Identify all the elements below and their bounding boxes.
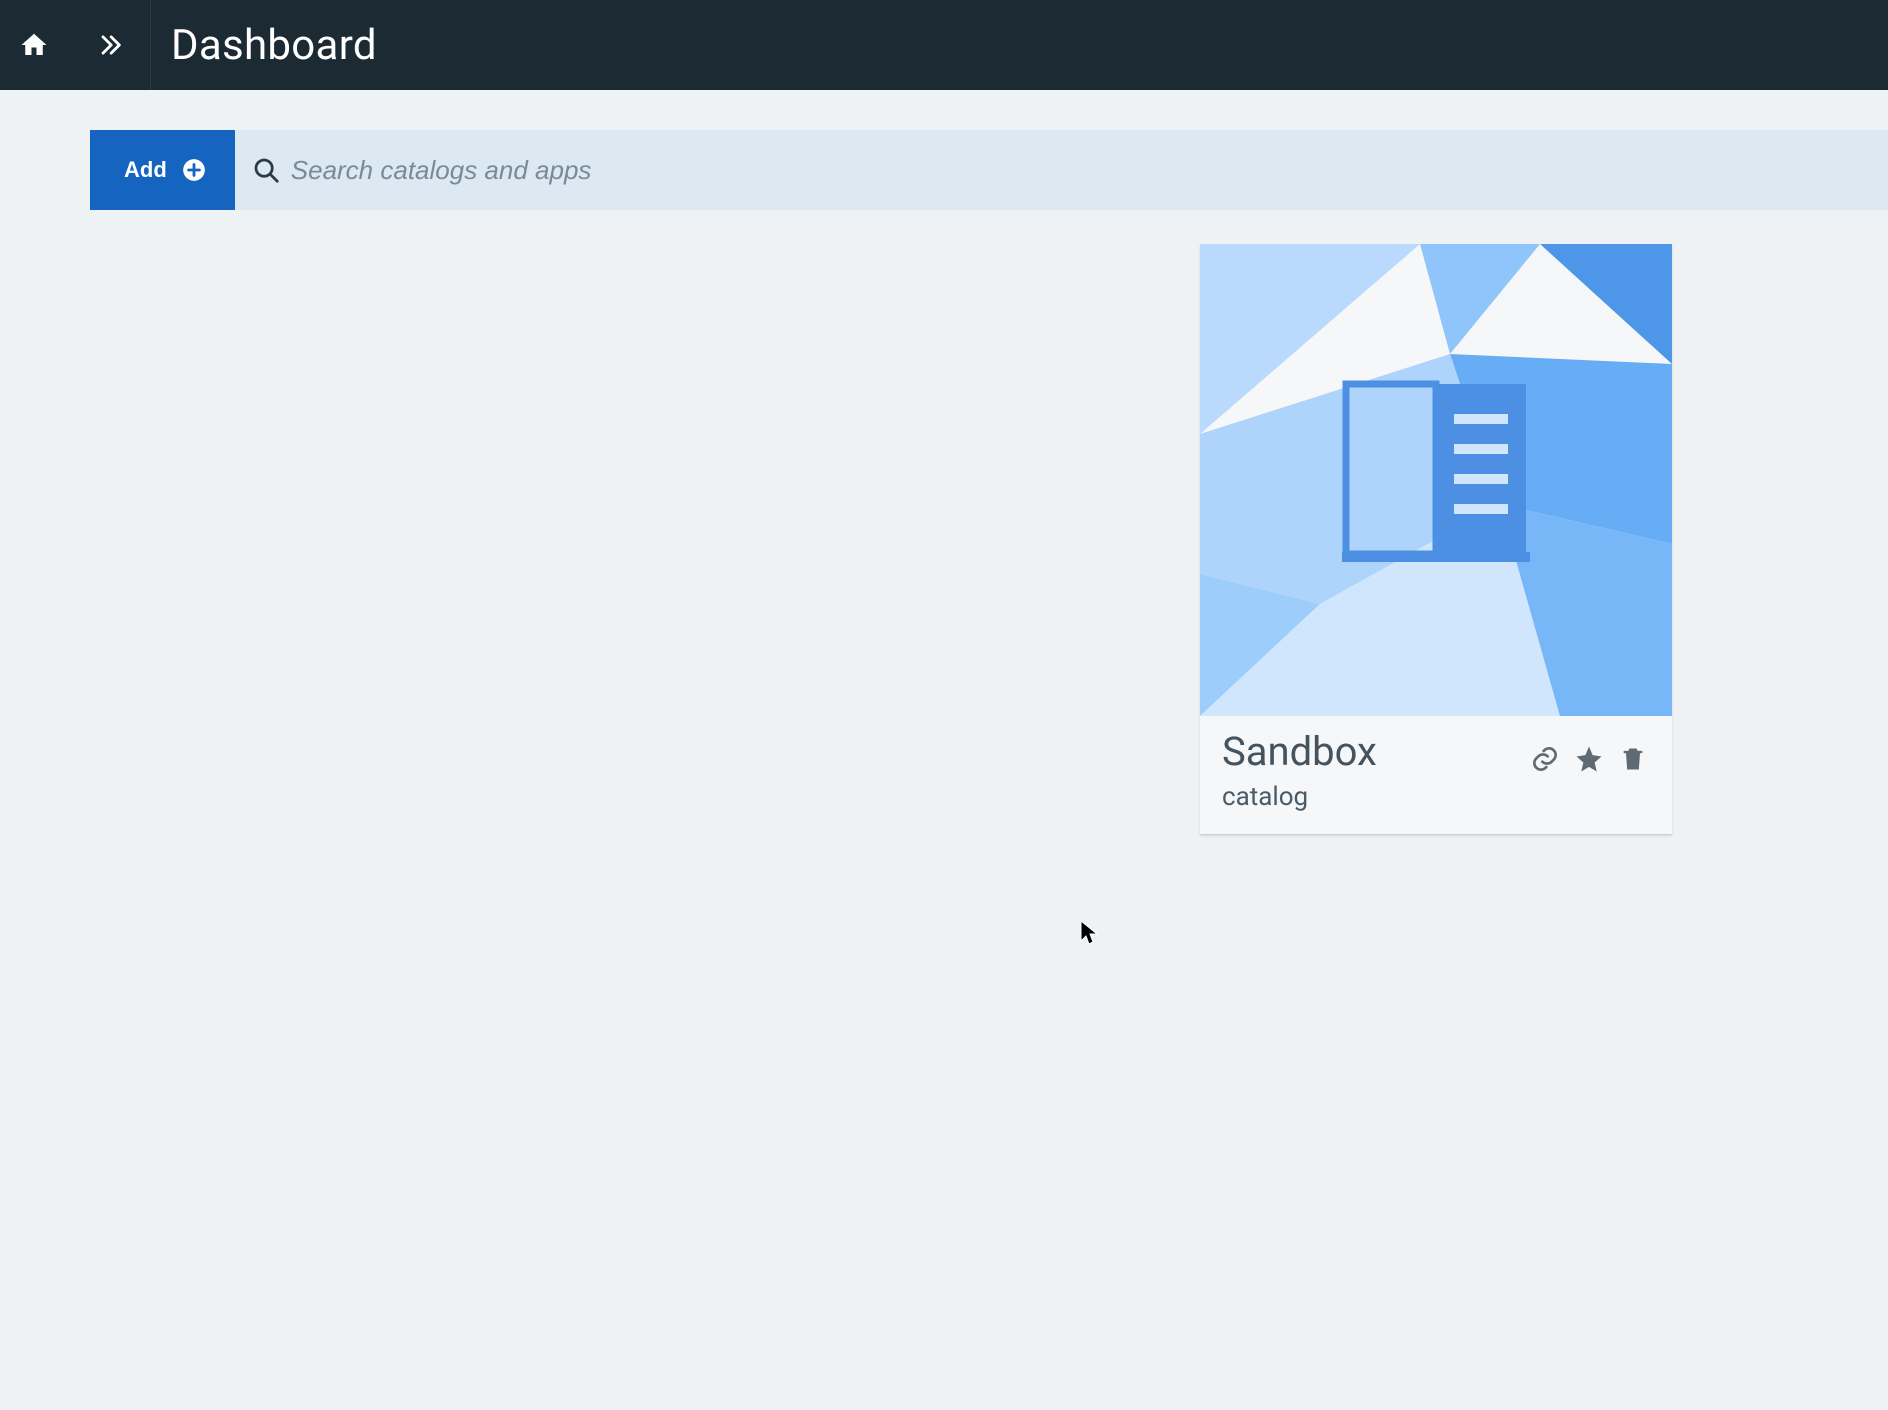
top-bar-left [0,0,151,90]
toolbar: Add [90,130,1888,210]
card-title: Sandbox [1222,730,1516,774]
search-wrap [235,130,1888,210]
plus-circle-icon [181,157,207,183]
content: Add [0,90,1888,1410]
mouse-cursor-icon [1080,920,1098,946]
home-icon[interactable] [14,25,54,65]
add-button-label: Add [124,157,167,183]
trash-icon[interactable] [1616,742,1650,776]
search-input[interactable] [291,155,1872,186]
add-button[interactable]: Add [90,130,235,210]
chevron-double-right-icon[interactable] [90,25,130,65]
catalog-card[interactable]: Sandbox catalog [1200,244,1672,834]
link-icon[interactable] [1528,742,1562,776]
card-meta: Sandbox catalog [1200,716,1672,834]
card-thumbnail [1200,244,1672,716]
star-icon[interactable] [1572,742,1606,776]
card-subtitle: catalog [1222,782,1516,812]
card-grid: Sandbox catalog [90,210,1888,1410]
top-bar: Dashboard [0,0,1888,90]
card-actions [1528,742,1650,776]
search-icon [251,155,281,185]
page-title: Dashboard [171,21,377,70]
